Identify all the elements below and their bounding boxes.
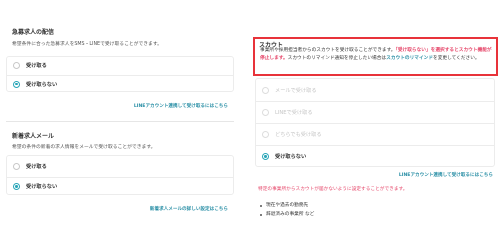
scout-option-both[interactable]: どちらでも受け取る — [256, 123, 494, 145]
scout-block-note: 特定の事業所からスカウトが届かないように設定することができます。 — [258, 187, 408, 192]
radio-icon[interactable] — [13, 162, 20, 170]
radio-icon[interactable] — [262, 109, 269, 116]
radio-icon[interactable] — [262, 131, 269, 138]
newjob-settings-link[interactable]: 新着求人メールの詳しい設定はこちら — [150, 206, 228, 212]
radio-icon[interactable] — [262, 86, 269, 94]
option-label: 受け取らない — [26, 81, 58, 88]
urgent-section-desc: 希望条件に合った急募求人をSMS・LINEで受け取ることができます。 — [12, 42, 162, 47]
newjob-option-decline[interactable]: 受け取らない — [7, 177, 233, 195]
option-label: 受け取らない — [275, 154, 307, 160]
newjob-radio-group: 受け取る 受け取らない — [6, 155, 234, 195]
newjob-section-title: 新着求人メール — [12, 133, 55, 140]
radio-checked-icon[interactable] — [13, 183, 20, 190]
bullet-item: 現在や過去の勤務先 — [258, 201, 314, 210]
radio-checked-icon[interactable] — [13, 80, 20, 88]
scout-highlight-frame: スカウト 事業所や採用担当者からのスカウトを受け取ることができます。「受け取らな… — [253, 37, 498, 76]
scout-line-link[interactable]: LINEアカウント連携して受け取るにはこちら — [399, 172, 493, 178]
bullet-item: 辞退済みの事業所 など — [258, 210, 314, 219]
urgent-option-receive[interactable]: 受け取る — [7, 57, 233, 74]
scout-option-email[interactable]: メールで受け取る — [256, 79, 494, 101]
radio-checked-icon[interactable] — [262, 153, 269, 160]
newjob-option-receive[interactable]: 受け取る — [7, 157, 233, 175]
scout-text-1: 事業所や採用担当者からのスカウトを受け取ることができます。 — [260, 48, 396, 53]
urgent-radio-group: 受け取る 受け取らない — [6, 56, 234, 92]
option-label: 受け取らない — [26, 184, 58, 190]
option-label: 受け取る — [26, 63, 47, 69]
option-label: メールで受け取る — [275, 87, 317, 94]
urgent-section-title: 急募求人の配信 — [12, 29, 55, 36]
section-divider — [6, 121, 234, 122]
urgent-line-link[interactable]: LINEアカウント連携して受け取るにはこちら — [134, 103, 228, 109]
option-label: どちらでも受け取る — [275, 132, 322, 138]
scout-description: 事業所や採用担当者からのスカウトを受け取ることができます。「受け取らない」を選択… — [260, 47, 496, 63]
scout-option-decline[interactable]: 受け取らない — [256, 145, 494, 167]
option-label: LINEで受け取る — [275, 110, 313, 116]
scout-text-2: スカウトのリマインド通知を停止したい場合は — [287, 56, 387, 61]
option-label: 受け取る — [26, 163, 47, 170]
scout-remind-link[interactable]: スカウトのリマインド — [386, 56, 433, 61]
scout-block-examples: 現在や過去の勤務先 辞退済みの事業所 など — [258, 201, 314, 219]
newjob-section-desc: 希望の条件の新着の求人情報をメールで受け取ることができます。 — [12, 145, 156, 150]
scout-radio-group: メールで受け取る LINEで受け取る どちらでも受け取る 受け取らない — [255, 78, 495, 167]
urgent-option-decline[interactable]: 受け取らない — [7, 75, 233, 92]
scout-option-line[interactable]: LINEで受け取る — [256, 101, 494, 123]
radio-icon[interactable] — [13, 62, 20, 69]
scout-text-3: を変更してください。 — [433, 56, 480, 61]
